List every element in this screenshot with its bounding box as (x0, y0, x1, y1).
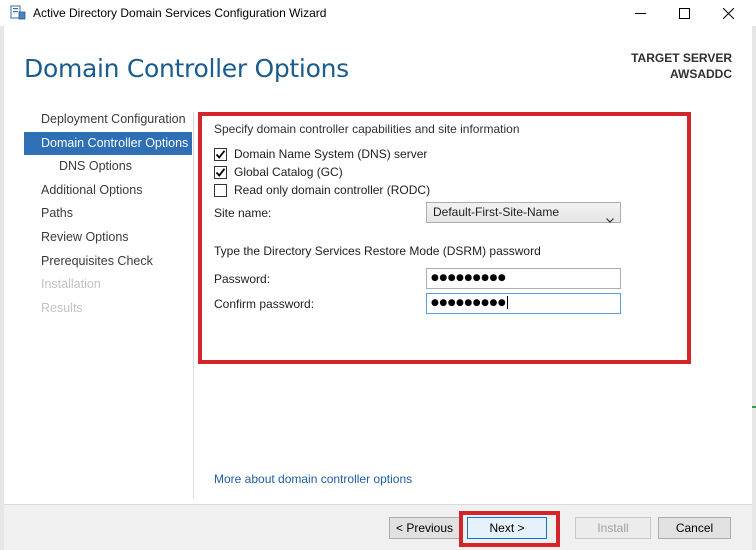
nav-item-results: Results (41, 300, 83, 315)
title-bar: Active Directory Domain Services Configu… (0, 0, 756, 26)
target-server-name: AWSADDC (670, 67, 732, 81)
nav-item-paths[interactable]: Paths (24, 202, 192, 226)
nav-item-additional-options[interactable]: Additional Options (24, 179, 192, 203)
minimize-icon[interactable] (620, 0, 660, 26)
nav-item-installation: Installation (41, 277, 101, 292)
maximize-icon[interactable] (664, 0, 704, 26)
page-title: Domain Controller Options (24, 54, 349, 83)
more-about-dc-options-link[interactable]: More about domain controller options (214, 472, 412, 486)
target-server-label: TARGET SERVER (631, 51, 732, 65)
annotation-highlight-options (198, 112, 691, 364)
nav-divider (193, 112, 194, 498)
cancel-button[interactable]: Cancel (658, 517, 731, 539)
nav-item-dns-options[interactable]: DNS Options (24, 155, 192, 179)
install-button: Install (575, 517, 651, 539)
nav-item-prerequisites-check[interactable]: Prerequisites Check (24, 250, 192, 274)
close-icon[interactable] (708, 0, 748, 26)
nav-item-domain-controller-options[interactable]: Domain Controller Options (24, 131, 192, 156)
background-artifact (752, 406, 756, 408)
nav-item-review-options[interactable]: Review Options (24, 226, 192, 250)
previous-button[interactable]: < Previous (389, 517, 460, 539)
window-right-edge (752, 26, 756, 550)
ad-ds-app-icon (10, 5, 26, 20)
nav-item-deployment-configuration[interactable]: Deployment Configuration (24, 108, 192, 132)
annotation-highlight-next (459, 511, 560, 547)
window-title: Active Directory Domain Services Configu… (33, 6, 327, 20)
wizard-nav: Deployment Configuration Domain Controll… (24, 108, 192, 320)
